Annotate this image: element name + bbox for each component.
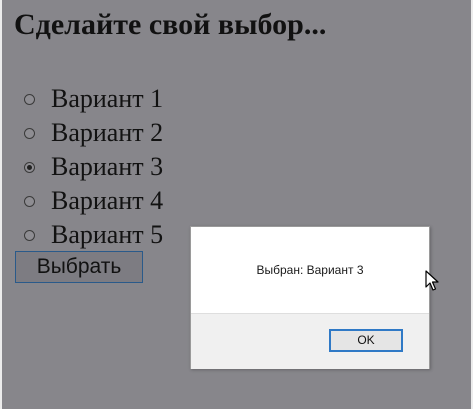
radio-button[interactable] bbox=[24, 93, 35, 105]
radio-option-label: Вариант 3 bbox=[51, 152, 164, 181]
radio-button[interactable] bbox=[24, 195, 35, 207]
radio-option-label: Вариант 2 bbox=[51, 118, 164, 147]
choose-button[interactable]: Выбрать bbox=[15, 251, 143, 283]
radio-option-1[interactable]: Вариант 1 bbox=[24, 82, 163, 116]
alert-dialog: Выбран: Вариант 3 OK bbox=[190, 226, 430, 369]
dialog-footer: OK bbox=[191, 313, 429, 369]
page-title: Сделайте свой выбор... bbox=[14, 8, 327, 41]
radio-option-3[interactable]: Вариант 3 bbox=[24, 150, 163, 184]
radio-button-selected[interactable] bbox=[24, 161, 35, 173]
radio-option-5[interactable]: Вариант 5 bbox=[24, 218, 163, 252]
radio-button[interactable] bbox=[24, 127, 35, 139]
dialog-message: Выбран: Вариант 3 bbox=[256, 263, 364, 277]
radio-option-4[interactable]: Вариант 4 bbox=[24, 184, 163, 218]
dialog-body: Выбран: Вариант 3 bbox=[191, 227, 429, 313]
radio-option-label: Вариант 5 bbox=[51, 220, 164, 249]
radio-option-label: Вариант 4 bbox=[51, 186, 164, 215]
radio-option-label: Вариант 1 bbox=[51, 84, 164, 113]
arrow-cursor-icon bbox=[425, 270, 439, 291]
radio-group: Вариант 1 Вариант 2 Вариант 3 Вариант 4 … bbox=[24, 82, 163, 252]
radio-option-2[interactable]: Вариант 2 bbox=[24, 116, 163, 150]
radio-button[interactable] bbox=[24, 229, 35, 241]
ok-button[interactable]: OK bbox=[329, 329, 403, 352]
